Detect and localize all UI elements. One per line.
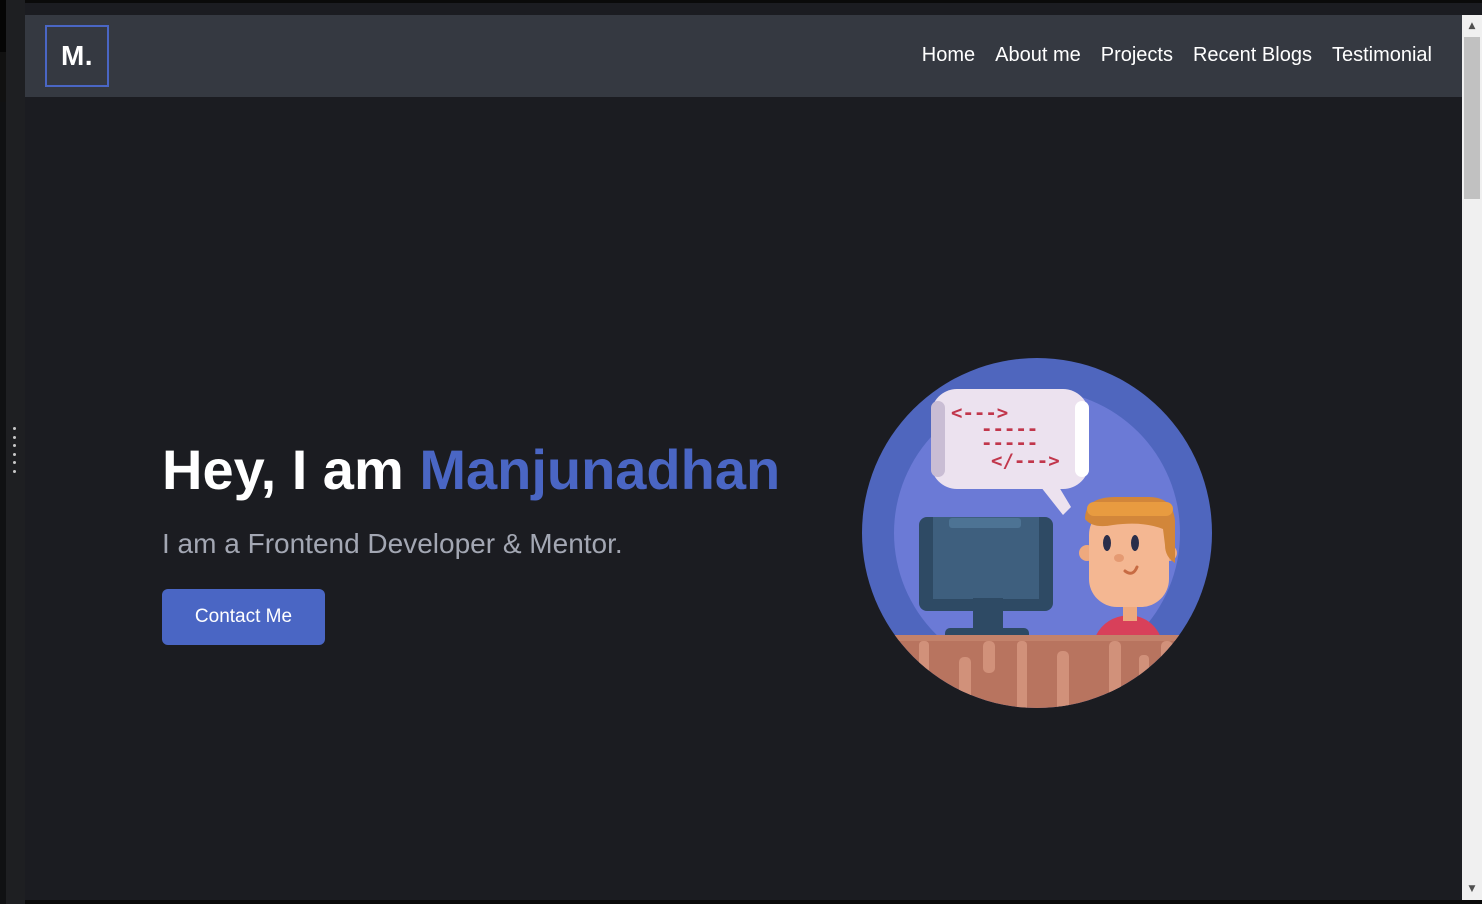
- nav-links: Home About me Projects Recent Blogs Test…: [922, 44, 1432, 67]
- triangle-up-icon[interactable]: ▲: [1462, 17, 1482, 35]
- vertical-dots-icon[interactable]: [13, 427, 17, 473]
- viewport-top-gap: [25, 3, 1482, 15]
- triangle-down-icon[interactable]: ▼: [1462, 880, 1482, 898]
- hero-greeting: Hey, I am: [162, 438, 420, 501]
- nav-link-recent-blogs[interactable]: Recent Blogs: [1193, 44, 1312, 67]
- frame-corner: [0, 0, 6, 52]
- developer-illustration: <---> ----- ----- </--->: [862, 358, 1212, 708]
- left-panel-frame: [0, 0, 25, 904]
- window-bottom-edge: [25, 900, 1482, 904]
- hero-subtitle: I am a Frontend Developer & Mentor.: [162, 528, 623, 559]
- nav-link-testimonial[interactable]: Testimonial: [1332, 44, 1432, 67]
- frame-stripe: [0, 52, 6, 102]
- scrollbar-thumb[interactable]: [1464, 37, 1480, 199]
- vertical-scrollbar[interactable]: ▲ ▼: [1462, 15, 1482, 900]
- navbar: M. Home About me Projects Recent Blogs T…: [25, 15, 1462, 97]
- contact-me-button[interactable]: Contact Me: [162, 589, 325, 645]
- nav-link-home[interactable]: Home: [922, 44, 975, 67]
- hero-title: Hey, I am Manjunadhan: [162, 435, 780, 505]
- page-viewport: M. Home About me Projects Recent Blogs T…: [25, 15, 1462, 900]
- bubble-line-4: </--->: [991, 450, 1060, 472]
- nav-link-projects[interactable]: Projects: [1101, 44, 1173, 67]
- nav-link-about-me[interactable]: About me: [995, 44, 1081, 67]
- site-logo[interactable]: M.: [45, 25, 109, 87]
- hero-name: Manjunadhan: [419, 438, 781, 501]
- frame-rail: [0, 102, 6, 904]
